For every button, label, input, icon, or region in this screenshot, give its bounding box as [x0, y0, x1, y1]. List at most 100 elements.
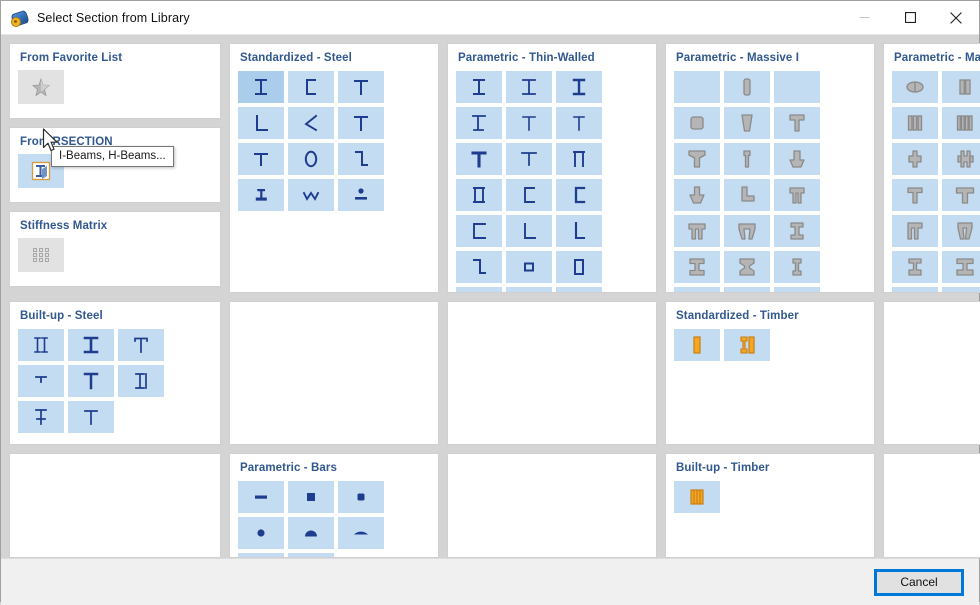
thin-pi-closed-icon[interactable]	[456, 179, 502, 211]
massive-i-beam-icon[interactable]	[774, 215, 820, 247]
corrugated-section-icon[interactable]	[288, 179, 334, 211]
massive2-i-slab-icon[interactable]	[892, 251, 938, 283]
massive-i-narrow-icon[interactable]	[774, 251, 820, 283]
bar-half-round-icon[interactable]	[288, 517, 334, 549]
tee-section-icon[interactable]	[338, 71, 384, 103]
bar-square-icon[interactable]	[288, 481, 334, 513]
massive2-cross-icon[interactable]	[892, 143, 938, 175]
angle-section-icon[interactable]	[238, 107, 284, 139]
massive-i-haunched-icon[interactable]	[724, 251, 770, 283]
angle-sharp-section-icon[interactable]	[288, 107, 334, 139]
round-hollow-section-icon[interactable]	[288, 143, 334, 175]
favorite-star-icon[interactable]	[18, 70, 64, 104]
massive-i-beam-wide-icon[interactable]	[674, 251, 720, 283]
thin-angle-tall-icon[interactable]	[556, 215, 602, 247]
builtup-i-channel-icon[interactable]	[118, 365, 164, 397]
massive-double-leg-wide-icon[interactable]	[674, 215, 720, 247]
builtup-double-i-icon[interactable]	[18, 329, 64, 361]
channel-section-icon[interactable]	[288, 71, 334, 103]
bar-round-small-icon[interactable]	[238, 517, 284, 549]
massive2-four-cells-icon[interactable]	[942, 107, 980, 139]
panel-title: Stiffness Matrix	[20, 220, 108, 232]
massive-l-shape-icon[interactable]	[724, 179, 770, 211]
thin-pi-open-icon[interactable]	[556, 143, 602, 175]
i-beam-section-icon[interactable]	[238, 71, 284, 103]
massive-double-leg-taper-icon[interactable]	[724, 215, 770, 247]
matrix-grid-icon[interactable]	[18, 238, 64, 272]
thin-angle-icon[interactable]	[506, 215, 552, 247]
thin-i-asymmetric-icon[interactable]	[456, 107, 502, 139]
massive-double-leg-icon[interactable]	[774, 179, 820, 211]
massive-inverted-tee-icon[interactable]	[774, 143, 820, 175]
massive-tee-haunch-icon[interactable]	[674, 143, 720, 175]
massive-i-asym-icon[interactable]	[724, 287, 770, 292]
builtup-tee-stem-icon[interactable]	[68, 365, 114, 397]
double-tee-section-icon[interactable]	[238, 143, 284, 175]
massive-taper-icon[interactable]	[724, 107, 770, 139]
builtup-tee-small-icon[interactable]	[18, 365, 64, 397]
massive2-portal-taper-icon[interactable]	[942, 215, 980, 247]
massive-inverted-tee-haunch-icon[interactable]	[674, 179, 720, 211]
panel-stiffness-matrix: Stiffness Matrix	[9, 211, 221, 287]
thin-tee-narrow-icon[interactable]	[556, 107, 602, 139]
bar-segment-icon[interactable]	[338, 517, 384, 549]
massive2-barrel-icon[interactable]	[892, 71, 938, 103]
close-icon[interactable]	[933, 1, 979, 34]
thin-box-tall-icon[interactable]	[556, 251, 602, 283]
z-section-icon[interactable]	[338, 107, 384, 139]
massive-rect-round-icon[interactable]	[724, 71, 770, 103]
thin-channel-icon[interactable]	[506, 179, 552, 211]
thin-tee-bold-icon[interactable]	[456, 143, 502, 175]
bar-flat-icon[interactable]	[238, 481, 284, 513]
thin-i-wide-icon[interactable]	[506, 71, 552, 103]
massive2-tee-wide-icon[interactable]	[942, 179, 980, 211]
maximize-icon[interactable]	[887, 1, 933, 34]
builtup-tee-plated-icon[interactable]	[118, 329, 164, 361]
timber-rectangular-icon[interactable]	[674, 329, 720, 361]
panel-parametric-thin-walled: Parametric - Thin-Walled	[447, 43, 657, 293]
tile-grid	[892, 71, 980, 292]
tile-grid	[238, 481, 430, 557]
bar-round-icon[interactable]	[288, 553, 334, 557]
massive-square-icon[interactable]	[774, 71, 820, 103]
massive-rect-narrow-icon[interactable]	[674, 71, 720, 103]
thin-trapezoid-large-icon[interactable]	[556, 287, 602, 292]
massive-circle-icon[interactable]	[774, 287, 820, 292]
massive2-i-slab-wide-icon[interactable]	[942, 251, 980, 283]
thin-zed-icon[interactable]	[456, 251, 502, 283]
massive2-three-cells-icon[interactable]	[892, 107, 938, 139]
massive2-tee-stem-icon[interactable]	[892, 179, 938, 211]
dot-plate-section-icon[interactable]	[338, 179, 384, 211]
thin-tee-wide-icon[interactable]	[506, 143, 552, 175]
rail-section-icon[interactable]	[238, 179, 284, 211]
minimize-icon[interactable]	[841, 1, 887, 34]
thin-box-small-icon[interactable]	[506, 251, 552, 283]
massive-tee-icon[interactable]	[774, 107, 820, 139]
thin-box-rounded-icon[interactable]	[456, 287, 502, 292]
massive2-triple-web-icon[interactable]	[942, 287, 980, 292]
massive-i-tall-icon[interactable]	[674, 287, 720, 292]
massive-tee-narrow-icon[interactable]	[724, 143, 770, 175]
side-panel-column: From Favorite List From RSECTION Stiffne…	[9, 43, 221, 293]
builtup-i-plated-icon[interactable]	[68, 329, 114, 361]
thin-trapezoid-small-icon[interactable]	[506, 287, 552, 292]
thin-tee-thin-icon[interactable]	[506, 107, 552, 139]
massive-square-round-icon[interactable]	[674, 107, 720, 139]
timber-glulam-layered-icon[interactable]	[674, 481, 720, 513]
bar-hexagon-icon[interactable]	[238, 553, 284, 557]
timber-i-joist-icon[interactable]	[724, 329, 770, 361]
massive2-two-cells-icon[interactable]	[942, 71, 980, 103]
builtup-i-plain-icon[interactable]	[68, 401, 114, 433]
thin-i-narrow-icon[interactable]	[556, 71, 602, 103]
cold-formed-zed-section-icon[interactable]	[338, 143, 384, 175]
thin-i-symmetric-icon[interactable]	[456, 71, 502, 103]
thin-channel-narrow-icon[interactable]	[556, 179, 602, 211]
bar-square-round-icon[interactable]	[338, 481, 384, 513]
builtup-i-cross-icon[interactable]	[18, 401, 64, 433]
massive2-portal-icon[interactable]	[892, 215, 938, 247]
thin-channel-square-icon[interactable]	[456, 215, 502, 247]
empty-panel-row2-col3	[447, 301, 657, 445]
massive2-double-web-icon[interactable]	[892, 287, 938, 292]
cancel-button[interactable]: Cancel	[874, 568, 964, 596]
massive2-double-cross-icon[interactable]	[942, 143, 980, 175]
